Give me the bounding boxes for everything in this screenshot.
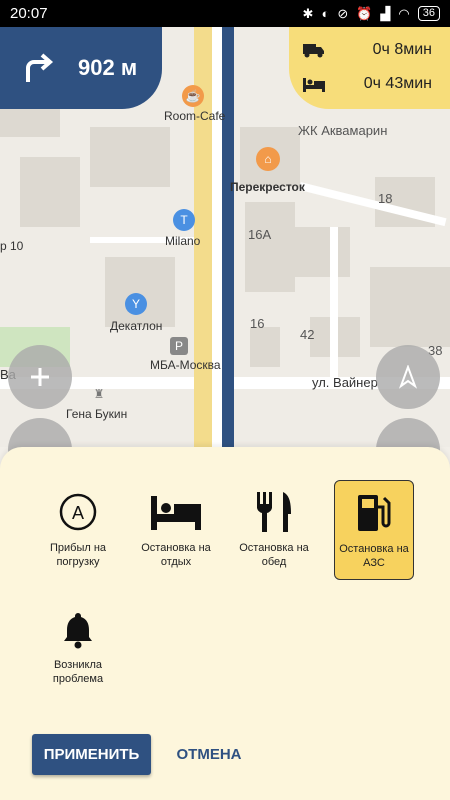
map-building	[250, 327, 280, 367]
option-gas-station[interactable]: Остановка на АЗС	[334, 480, 414, 580]
cafe-poi-icon[interactable]: ☕	[182, 85, 204, 107]
option-label: Остановка на отдых	[141, 542, 211, 568]
map-road	[330, 227, 338, 387]
map-label: Room-Cafe	[164, 109, 226, 123]
shop-poi-icon[interactable]: ⌂	[256, 147, 280, 171]
drive-time-row: 0ч 8мин	[303, 41, 432, 59]
option-rest-stop[interactable]: Остановка на отдых	[136, 480, 216, 580]
map-building	[105, 257, 175, 327]
bluetooth-icon: ✱	[302, 5, 314, 21]
drive-time: 0ч 8мин	[372, 41, 432, 58]
option-arrived-loading[interactable]: A Прибыл на погрузку	[38, 480, 118, 580]
apply-button[interactable]: ПРИМЕНИТЬ	[32, 734, 151, 775]
battery-indicator: 36	[417, 6, 440, 21]
turn-instruction[interactable]: 902 м	[0, 27, 162, 109]
option-label: Возникла проблема	[52, 659, 104, 685]
truck-icon	[303, 44, 324, 58]
bell-icon	[64, 613, 92, 649]
zoom-in-button[interactable]	[8, 345, 72, 409]
mute-icon: ⊘	[337, 5, 349, 21]
map-label: Milano	[165, 234, 201, 248]
map-label: 16А	[248, 227, 272, 242]
map-label: МБА-Москва	[150, 358, 221, 372]
toggle-icon: ◐	[321, 6, 330, 21]
svg-text:A: A	[72, 503, 84, 523]
option-problem[interactable]: Возникла проблема	[38, 597, 118, 697]
status-time: 20:07	[10, 5, 48, 22]
route-line	[222, 27, 234, 447]
fork-knife-icon	[257, 492, 291, 532]
plus-icon	[31, 368, 49, 386]
circle-a-icon: A	[59, 493, 97, 531]
monument-poi-icon[interactable]: ♜	[92, 385, 106, 403]
option-label: Остановка на обед	[239, 542, 309, 568]
bed-icon	[151, 496, 201, 530]
status-bar: 20:07 ✱ ◐ ⊘ ⏰ ▟ ◠ 36	[0, 0, 450, 27]
map-label: р 10	[0, 239, 24, 253]
bed-icon	[303, 78, 325, 92]
map-label: 42	[300, 327, 315, 342]
rest-time-row: 0ч 43мин	[303, 75, 432, 93]
map-label: Перекресток	[230, 180, 305, 194]
map-label: ЖК Аквамарин	[298, 123, 388, 138]
fuel-pump-icon	[358, 495, 391, 531]
alarm-icon: ⏰	[356, 5, 373, 21]
map-building	[290, 227, 350, 277]
map-label: 16	[250, 316, 265, 331]
eta-panel[interactable]: 0ч 8мин 0ч 43мин	[289, 27, 450, 109]
map-label: 18	[378, 191, 393, 206]
street-label: ул. Вайнер	[312, 375, 378, 390]
map-label: Гена Букин	[66, 407, 128, 421]
signal-icon: ▟	[380, 5, 391, 21]
rest-time: 0ч 43мин	[363, 75, 432, 92]
map-building	[20, 157, 80, 227]
map-building	[370, 267, 450, 347]
status-icons: ✱ ◐ ⊘ ⏰ ▟ ◠ 36	[303, 6, 440, 22]
mba-poi-icon[interactable]: P	[170, 337, 188, 355]
turn-distance: 902 м	[78, 55, 138, 80]
clothing-poi-icon[interactable]: T	[173, 209, 195, 231]
map-building	[90, 127, 170, 187]
compass-arrow-icon	[398, 365, 418, 389]
option-label: Остановка на АЗС	[339, 543, 409, 569]
map-label: Декатлон	[110, 319, 163, 333]
sport-poi-icon[interactable]: Y	[125, 293, 147, 315]
map-building	[245, 202, 295, 292]
main-road-divider	[212, 27, 222, 447]
option-lunch-stop[interactable]: Остановка на обед	[234, 480, 314, 580]
option-label: Прибыл на погрузку	[49, 542, 107, 568]
wifi-icon: ◠	[398, 5, 410, 21]
compass-button[interactable]	[376, 345, 440, 409]
turn-right-arrow-icon	[26, 53, 54, 82]
cancel-button[interactable]: ОТМЕНА	[164, 734, 254, 775]
